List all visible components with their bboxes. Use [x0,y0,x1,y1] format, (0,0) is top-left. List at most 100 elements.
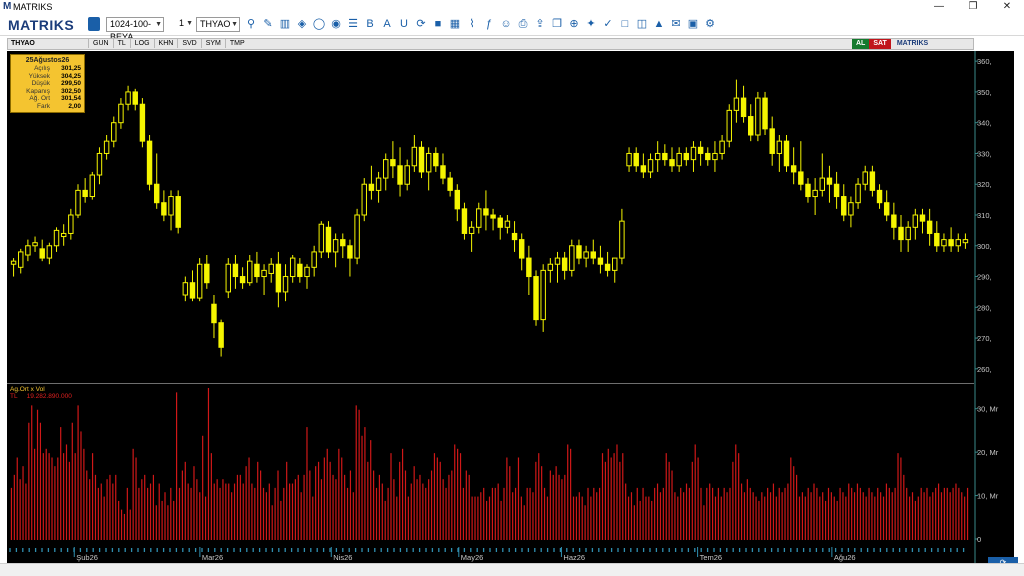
window-icon[interactable]: □ [618,17,632,32]
candle-body [118,103,124,124]
fx-icon[interactable]: ƒ [482,17,496,32]
candle [597,245,604,274]
candle [504,215,511,234]
volume-chart[interactable] [7,383,974,547]
calendar-icon[interactable]: ▦ [448,17,462,32]
tab-tmp[interactable]: TMP [224,39,249,48]
candle-body [597,257,604,265]
candle-body [125,91,131,105]
candle [683,147,690,166]
tab-gun[interactable]: GUN [88,39,113,48]
split-icon[interactable]: ◫ [635,17,649,32]
palette-icon[interactable]: ◈ [295,17,309,32]
candle [111,116,117,148]
candle-body [239,276,246,284]
candle-body [948,239,954,247]
zoom-icon[interactable]: ⊕ [567,17,581,32]
list-icon[interactable]: ☰ [346,17,360,32]
symbol-select[interactable]: THYAO ▼ [196,17,240,32]
candle-body [569,245,575,271]
stop-icon[interactable]: ■ [431,17,445,32]
status-bar [0,563,1024,576]
candle-body [855,183,861,204]
candle [783,135,790,172]
candle-body [604,263,611,271]
candle [561,251,568,280]
candle-body [590,251,596,259]
print-icon[interactable]: ⎙ [516,17,530,32]
font-color-icon[interactable]: A [380,17,394,32]
check-icon[interactable]: ✓ [601,17,615,32]
candle [855,178,861,209]
line-chart-icon[interactable]: ⌇ [465,17,479,32]
candle-body [211,303,217,324]
candle [762,91,768,135]
candle [583,245,589,268]
candle [289,255,296,283]
settings-icon[interactable]: ⚙ [703,17,717,32]
circle-icon[interactable]: ◯ [312,17,326,32]
candle-body [468,226,475,234]
tab-log[interactable]: LOG [129,39,154,48]
search-icon[interactable]: ⚲ [244,17,258,32]
alert-icon[interactable]: ▲ [652,17,666,32]
calc-icon[interactable]: ▣ [686,17,700,32]
pen-icon[interactable]: ✎ [261,17,275,32]
tab-svd[interactable]: SVD [177,39,200,48]
refresh-icon[interactable]: ⟳ [414,17,428,32]
candle [697,141,704,166]
tab-khn[interactable]: KHN [153,39,178,48]
candle [726,104,732,148]
count-select[interactable]: 1 ▼ [176,17,194,32]
people-icon[interactable]: ☺ [499,17,513,32]
candle [397,147,403,197]
save-icon[interactable] [88,17,100,31]
candle [869,165,876,197]
candle [225,258,231,299]
close-button[interactable]: ✕ [990,0,1024,14]
candle-body [876,189,883,204]
candle-body [325,226,332,253]
price-chart[interactable] [7,51,974,383]
candle [518,233,525,271]
eye-icon[interactable]: ◉ [329,17,343,32]
info-label: Fark [37,102,50,110]
info-label: Kapanış [26,87,50,95]
bold-icon[interactable]: B [363,17,377,32]
y-tick-label: 350, [977,88,992,97]
window-titlebar: M MATRIKS — ❐ ✕ [0,0,1024,14]
candle-body [82,189,88,198]
candle-body [46,245,53,259]
mail-icon[interactable]: ✉ [669,17,683,32]
info-row: Ağ. Ort 301,54 [14,95,81,103]
candle [447,171,453,197]
candle [161,190,167,222]
chart-icon[interactable]: ▥ [278,17,292,32]
copy-icon[interactable]: ❐ [550,17,564,32]
candle [690,141,697,172]
candle-body [833,183,840,198]
twitter-icon[interactable]: ✦ [584,17,598,32]
candle [798,141,804,191]
tab-tl[interactable]: TL [112,39,130,48]
info-value: 301,54 [61,95,81,102]
candle-body [204,263,210,284]
y-axis-svg: 360, 350, 340, 330, 320, 310, 300, 290, 280, 270,… [974,51,999,563]
tab-sym[interactable]: SYM [200,39,225,48]
candle [304,264,310,289]
candle [740,85,747,123]
candle [819,153,826,197]
export-icon[interactable]: ⇪ [533,17,547,32]
buy-button[interactable]: AL [852,39,870,49]
underline-icon[interactable]: U [397,17,411,32]
chevron-down-icon: ▼ [231,21,238,28]
sell-button[interactable]: SAT [869,39,891,49]
candle-body [518,239,525,259]
candle-body [332,239,339,253]
candle [239,267,246,289]
minimize-button[interactable]: — [922,0,956,14]
candle [848,196,854,228]
layout-select[interactable]: 1024-100-BEYA ▼ [106,17,164,42]
info-row: Yüksek 304,25 [14,73,81,81]
maximize-button[interactable]: ❐ [956,0,990,14]
